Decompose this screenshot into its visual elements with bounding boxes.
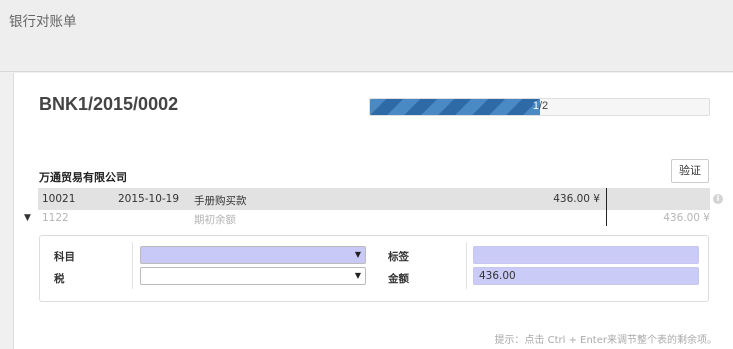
verify-button[interactable]: 验证	[671, 159, 709, 183]
account-label: 科目	[54, 251, 75, 263]
form-divider	[466, 242, 467, 289]
tag-label: 标签	[388, 251, 409, 263]
tag-input[interactable]	[473, 246, 699, 264]
tax-label: 税	[54, 273, 65, 285]
tax-select[interactable]: ▼	[140, 267, 366, 285]
amount-label: 金额	[388, 273, 409, 285]
statement-reference: BNK1/2015/0002	[39, 94, 179, 114]
dropdown-arrow-icon: ▼	[354, 271, 361, 280]
statement-line-date: 2015-10-19	[118, 193, 180, 205]
proposition-line[interactable]: ▼ 1122 期初余额 436.00 ¥	[24, 210, 710, 226]
proposition-amount: 436.00 ¥	[663, 212, 710, 224]
partner-name: 万通贸易有限公司	[39, 171, 127, 184]
proposition-account: 1122	[42, 212, 69, 224]
form-divider	[132, 242, 133, 289]
statement-line-label: 手册购买款	[194, 195, 247, 207]
reconciliation-sheet: BNK1/2015/0002 1/2 万通贸易有限公司 验证 10021 201…	[13, 73, 733, 349]
reconciliation-progress-bar: 1/2	[369, 98, 710, 116]
progress-total: 2	[542, 100, 549, 112]
statement-line-amount: 436.00 ¥	[553, 193, 600, 205]
keyboard-hint: 提示：点击 Ctrl + Enter来调节整个表的剩余项。	[494, 335, 717, 346]
dropdown-arrow-icon: ▼	[354, 250, 361, 259]
page-title: 银行对账单	[9, 14, 77, 30]
account-select[interactable]: ▼	[140, 246, 366, 264]
top-bar: 银行对账单	[0, 0, 733, 72]
statement-line[interactable]: 10021 2015-10-19 手册购买款 436.00 ¥	[38, 188, 710, 210]
write-off-form: 科目 税 ▼ ▼ 标签 金额 436.00	[39, 235, 709, 302]
amount-input[interactable]: 436.00	[473, 267, 699, 285]
caret-down-icon[interactable]: ▼	[24, 213, 31, 223]
progress-label: 1/2	[370, 100, 709, 112]
statement-line-account: 10021	[42, 193, 76, 205]
proposition-label: 期初余额	[194, 214, 236, 226]
info-icon[interactable]: i	[713, 194, 723, 204]
